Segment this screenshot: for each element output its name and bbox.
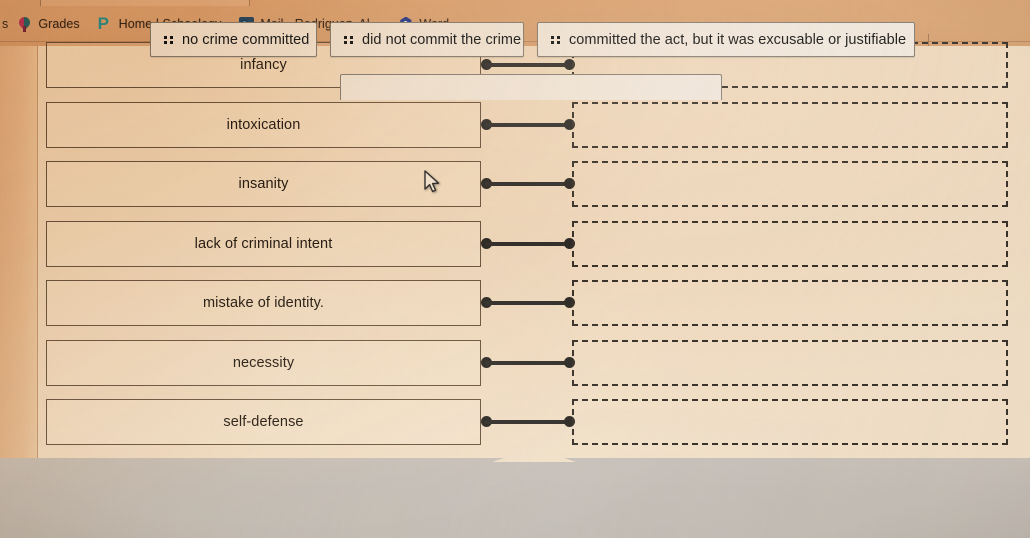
- term-label: self-defense: [223, 414, 304, 430]
- term-label: infancy: [240, 57, 287, 73]
- connector-line: [481, 297, 575, 309]
- connector-line: [481, 59, 575, 71]
- drag-handle-icon[interactable]: [344, 34, 353, 45]
- term-box: self-defense: [46, 399, 481, 445]
- term-label: necessity: [232, 354, 295, 371]
- connector-line: [481, 178, 575, 190]
- term-box: intoxication: [46, 101, 481, 148]
- connector-line: [481, 237, 575, 250]
- connector-bar: [485, 122, 571, 127]
- bookmark-item[interactable]: Grades: [8, 13, 88, 35]
- answer-dropzone[interactable]: [572, 339, 1008, 386]
- grades-pin-icon: [17, 17, 32, 32]
- term-label: intoxication: [226, 116, 301, 133]
- connector-bar: [485, 182, 571, 186]
- answer-chip-label: did not commit the crime: [362, 31, 522, 48]
- browser-tab-stub[interactable]: [40, 0, 250, 6]
- matching-row: intoxication: [0, 101, 1030, 152]
- mouse-pointer-icon: [424, 170, 440, 193]
- matching-row: lack of criminal intent: [0, 220, 1030, 271]
- matching-row: insanity: [0, 161, 1030, 211]
- answer-chip-label: no crime committed: [182, 31, 310, 48]
- matching-row: self-defense: [0, 399, 1030, 449]
- term-label: mistake of identity.: [202, 295, 324, 311]
- term-box: necessity: [46, 339, 481, 386]
- term-box: lack of criminal intent: [46, 220, 481, 267]
- connector-line: [481, 416, 575, 428]
- term-box: insanity: [46, 161, 481, 207]
- answer-dropzone[interactable]: [572, 399, 1008, 445]
- answer-dropzone[interactable]: [572, 101, 1008, 148]
- answer-dropzone[interactable]: [572, 220, 1008, 267]
- term-box: mistake of identity.: [46, 280, 481, 326]
- answer-chip[interactable]: committed the act, but it was excusable …: [537, 22, 915, 57]
- term-label: lack of criminal intent: [194, 235, 333, 252]
- connector-bar: [485, 360, 571, 365]
- answer-chip-partial[interactable]: [340, 74, 722, 100]
- connector-bar: [485, 301, 571, 305]
- answer-bank-panel: [0, 458, 1030, 538]
- schoology-p-icon: [98, 15, 113, 32]
- connector-line: [481, 356, 575, 369]
- connector-bar: [485, 63, 571, 67]
- connector-bar: [485, 420, 571, 424]
- matching-row: mistake of identity.: [0, 280, 1030, 330]
- answer-dropzone[interactable]: [572, 280, 1008, 326]
- matching-row: necessity: [0, 339, 1030, 390]
- drag-handle-icon[interactable]: [551, 34, 560, 45]
- connector-bar: [485, 241, 571, 246]
- bookmark-label: Grades: [38, 17, 80, 31]
- term-label: insanity: [238, 176, 289, 192]
- answer-chip[interactable]: did not commit the crime: [330, 22, 524, 57]
- answer-chip[interactable]: no crime committed: [150, 22, 317, 57]
- connector-line: [481, 118, 575, 131]
- answer-chip-label: committed the act, but it was excusable …: [569, 31, 907, 48]
- drag-handle-icon[interactable]: [164, 34, 173, 45]
- screen-photo: s GradesHome | SchoologyMail - Rodriguez…: [0, 0, 1030, 538]
- answer-dropzone[interactable]: [572, 161, 1008, 207]
